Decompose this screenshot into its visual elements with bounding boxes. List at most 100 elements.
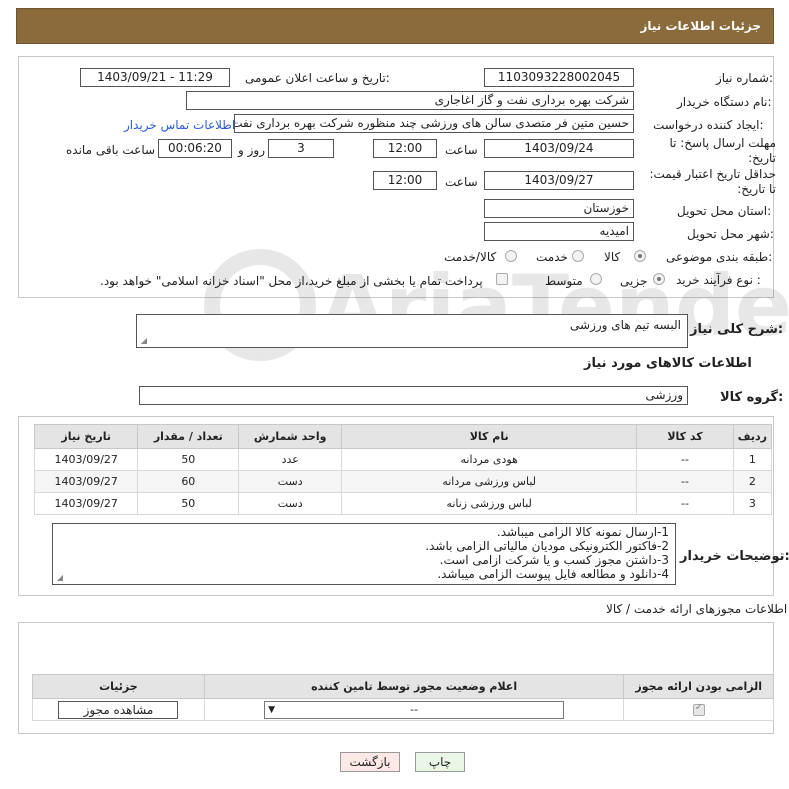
permit-status-select[interactable]: -- ▼ (264, 700, 565, 719)
print-button[interactable]: چاپ (415, 752, 465, 772)
buyer-notes-field: 1-ارسال نمونه کالا الزامی میباشد. 2-فاکت… (52, 523, 676, 585)
validity-time-field: 12:00 (373, 171, 437, 190)
col-unit: واحد شمارش (238, 424, 343, 449)
need-number-label: شماره نیاز: (716, 71, 774, 85)
creator-label: ایجاد کننده درخواست: (653, 118, 764, 132)
days-field: 3 (268, 139, 334, 158)
validity-hour-label: ساعت (445, 175, 478, 189)
cell-name: هودی مردانه (341, 448, 638, 471)
buyer-note-line: 1-ارسال نمونه کالا الزامی میباشد. (496, 525, 669, 539)
need-number-field: 1103093228002045 (484, 68, 634, 87)
process-option-minor: جزیی (620, 274, 648, 288)
col-name: نام کالا (341, 424, 638, 449)
permits-table: الزامی بودن ارائه مجوز اعلام وضعیت مجوز … (32, 674, 774, 721)
check-icon: ✓ (694, 701, 704, 713)
table-row: 3 -- لباس ورزشی زنانه دست 50 1403/09/27 (33, 492, 773, 515)
remaining-time-field: 00:06:20 (158, 139, 232, 158)
treasury-note: پرداخت تمام یا بخشی از مبلغ خرید،از محل … (100, 274, 483, 288)
buyer-notes-label: توضیحات خریدار: (680, 549, 789, 564)
permits-table-header: الزامی بودن ارائه مجوز اعلام وضعیت مجوز … (32, 674, 774, 699)
cell-unit: عدد (238, 448, 343, 471)
buyer-note-line: 2-فاکتور الکترونیکی مودیان مالیاتی الزام… (425, 539, 669, 553)
resize-handle-icon[interactable]: ◢ (55, 574, 63, 582)
col-date: تاریخ نیاز (33, 424, 139, 449)
cell-permit-required: ✓ (623, 698, 774, 721)
deadline-time-field: 12:00 (373, 139, 437, 158)
goods-group-label: گروه کالا: (720, 390, 784, 405)
col-permit-status: اعلام وضعیت مجوز توسط تامین کننده (203, 674, 625, 699)
deadline-date-field: 1403/09/24 (484, 139, 634, 158)
province-label: استان محل تحویل: (677, 204, 772, 218)
category-radio-goods-service[interactable] (505, 250, 517, 262)
goods-table-header: ردیف کد کالا نام کالا واحد شمارش تعداد /… (33, 424, 773, 449)
cell-row: 3 (732, 492, 773, 515)
cell-row: 2 (732, 470, 773, 493)
city-label: شهر محل تحویل: (687, 227, 774, 241)
table-row: 2 -- لباس ورزشی مردانه دست 60 1403/09/27 (33, 470, 773, 493)
validity-label: حداقل تاریخ اعتبار قیمت: تا تاریخ: (649, 167, 776, 196)
cell-qty: 60 (137, 470, 240, 493)
city-field: امیدیه (484, 222, 634, 241)
cell-name: لباس ورزشی مردانه (341, 470, 638, 493)
announce-date-field: 1403/09/21 - 11:29 (80, 68, 230, 87)
category-option-service: خدمت (536, 250, 568, 264)
cell-code: -- (636, 470, 734, 493)
buyer-org-field: شرکت بهره برداری نفت و گاز اغاجاری (186, 91, 634, 110)
process-label: نوع فرآیند خرید : (676, 273, 761, 287)
col-qty: تعداد / مقدار (137, 424, 240, 449)
page-header: جزئیات اطلاعات نیاز (16, 8, 774, 44)
remaining-label: ساعت باقی مانده (66, 143, 156, 157)
cell-unit: دست (238, 492, 343, 515)
cell-qty: 50 (137, 448, 240, 471)
category-option-goods-service: کالا/خدمت (444, 250, 497, 264)
cell-unit: دست (238, 470, 343, 493)
cell-date: 1403/09/27 (33, 448, 139, 471)
creator-field: حسین متین فر متصدی سالن های ورزشی چند من… (234, 114, 634, 133)
view-permit-button[interactable]: مشاهده مجوز (58, 700, 179, 719)
table-row: ✓ -- ▼ مشاهده مجوز (32, 698, 774, 721)
resize-handle-icon[interactable]: ◢ (139, 337, 147, 345)
cell-permit-status: -- ▼ (203, 698, 625, 721)
cell-code: -- (636, 492, 734, 515)
deadline-label: مهلت ارسال پاسخ: تا تاریخ: (669, 136, 776, 165)
back-button[interactable]: بازگشت (340, 752, 400, 772)
col-permit-details: جزئیات (32, 674, 205, 699)
summary-label: شرح کلی نیاز: (690, 322, 784, 337)
cell-name: لباس ورزشی زنانه (341, 492, 638, 515)
process-option-medium: متوسط (545, 274, 583, 288)
summary-field: البسه تیم های ورزشی ◢ (136, 314, 688, 348)
col-permit-required: الزامی بودن ارائه مجوز (623, 674, 774, 699)
buyer-contact-link[interactable]: اطلاعات تماس خریدار (124, 118, 235, 132)
col-code: کد کالا (636, 424, 734, 449)
goods-table: ردیف کد کالا نام کالا واحد شمارش تعداد /… (33, 424, 773, 515)
permit-required-checkbox[interactable]: ✓ (692, 701, 705, 716)
buyer-note-line: 3-داشتن مجوز کسب و یا شرکت ازامی است. (439, 553, 669, 567)
category-label: طبقه بندی موضوعی: (666, 250, 773, 264)
category-option-goods: کالا (604, 250, 621, 264)
process-radio-medium[interactable] (590, 273, 602, 285)
validity-date-field: 1403/09/27 (484, 171, 634, 190)
buyer-note-line: 4-دانلود و مطالعه فایل پیوست الزامی میبا… (437, 567, 669, 581)
table-row: 1 -- هودی مردانه عدد 50 1403/09/27 (33, 448, 773, 471)
cell-date: 1403/09/27 (33, 492, 139, 515)
summary-text: البسه تیم های ورزشی (570, 318, 681, 332)
col-row: ردیف (732, 424, 773, 449)
goods-section-title: اطلاعات کالاهای مورد نیاز (584, 356, 752, 371)
buyer-org-label: نام دستگاه خریدار: (677, 95, 772, 109)
process-radio-minor[interactable] (653, 273, 665, 285)
deadline-hour-label: ساعت (445, 143, 478, 157)
category-radio-service[interactable] (572, 250, 584, 262)
cell-date: 1403/09/27 (33, 470, 139, 493)
permit-status-value: -- (410, 702, 419, 716)
chevron-down-icon: ▼ (268, 704, 276, 715)
permits-section-title: اطلاعات مجوزهای ارائه خدمت / کالا (606, 602, 788, 616)
cell-permit-details: مشاهده مجوز (32, 698, 205, 721)
province-field: خوزستان (484, 199, 634, 218)
announce-date-label: تاریخ و ساعت اعلان عمومی: (245, 71, 390, 85)
category-radio-goods[interactable] (634, 250, 646, 262)
cell-code: -- (636, 448, 734, 471)
cell-qty: 50 (137, 492, 240, 515)
page-title: جزئیات اطلاعات نیاز (640, 19, 761, 33)
treasury-checkbox[interactable] (496, 273, 508, 285)
goods-group-field: ورزشی (139, 386, 688, 405)
